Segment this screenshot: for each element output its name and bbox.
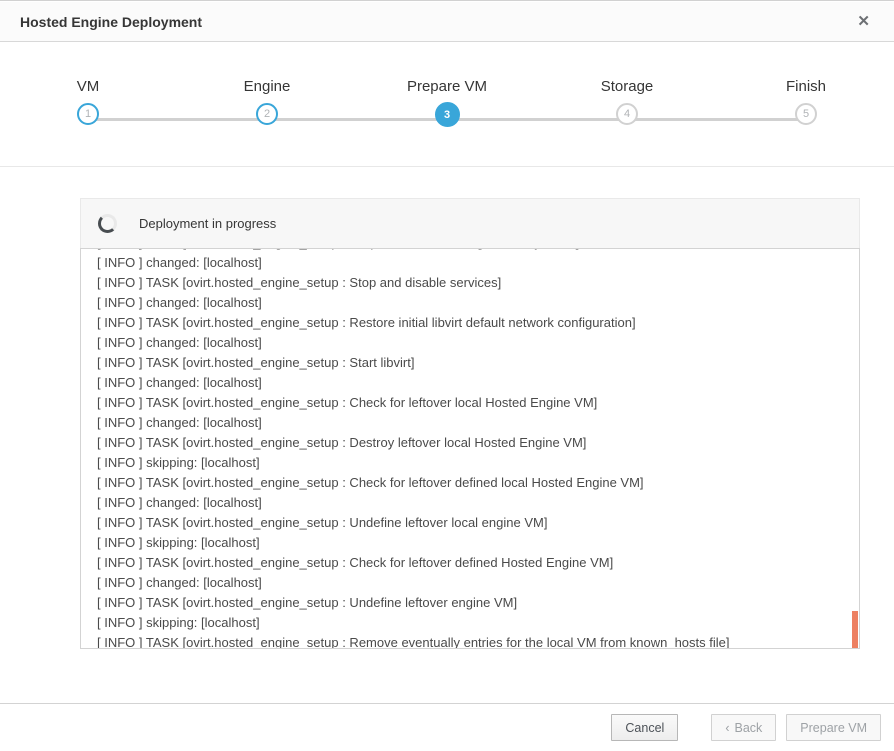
back-button-label: Back	[735, 721, 763, 735]
wizard-step-storage[interactable]: Storage 4	[557, 43, 697, 125]
step-label: VM	[18, 78, 158, 100]
log-line: [ INFO ] TASK [ovirt.hosted_engine_setup…	[97, 313, 843, 333]
log-lines-container: [ INFO ] TASK [ovirt.hosted_engine_setup…	[81, 248, 859, 649]
log-line: [ INFO ] TASK [ovirt.hosted_engine_setup…	[97, 393, 843, 413]
wizard-step-finish[interactable]: Finish 5	[736, 43, 876, 125]
wizard-step-vm[interactable]: VM 1	[18, 43, 158, 125]
log-line: [ INFO ] changed: [localhost]	[97, 373, 843, 393]
step-number-badge: 1	[77, 103, 99, 125]
chevron-left-icon: ‹	[725, 721, 729, 735]
loading-spinner-icon	[98, 214, 117, 233]
step-label: Storage	[557, 78, 697, 100]
step-number-badge: 4	[616, 103, 638, 125]
step-number-badge: 3	[435, 102, 460, 127]
log-line: [ INFO ] TASK [ovirt.hosted_engine_setup…	[97, 273, 843, 293]
progress-header: Deployment in progress	[80, 198, 860, 248]
log-line: [ INFO ] TASK [ovirt.hosted_engine_setup…	[97, 593, 843, 613]
log-scrollbar-thumb[interactable]	[852, 611, 858, 648]
log-line: [ INFO ] TASK [ovirt.hosted_engine_setup…	[97, 633, 843, 649]
deployment-log-console[interactable]: [ INFO ] TASK [ovirt.hosted_engine_setup…	[80, 248, 860, 649]
deployment-status-text: Deployment in progress	[139, 216, 276, 231]
log-line: [ INFO ] changed: [localhost]	[97, 253, 843, 273]
log-line: [ INFO ] changed: [localhost]	[97, 493, 843, 513]
log-line: [ INFO ] TASK [ovirt.hosted_engine_setup…	[97, 513, 843, 533]
deployment-progress-panel: Deployment in progress [ INFO ] TASK [ov…	[80, 198, 860, 649]
step-number-badge: 2	[256, 103, 278, 125]
log-line: [ INFO ] TASK [ovirt.hosted_engine_setup…	[97, 473, 843, 493]
wizard-step-engine[interactable]: Engine 2	[197, 43, 337, 125]
cancel-button[interactable]: Cancel	[611, 714, 678, 741]
dialog-titlebar: Hosted Engine Deployment ✕	[0, 2, 894, 42]
log-line: [ INFO ] changed: [localhost]	[97, 333, 843, 353]
log-line: [ INFO ] skipping: [localhost]	[97, 613, 843, 633]
log-line: [ INFO ] changed: [localhost]	[97, 413, 843, 433]
back-button[interactable]: ‹ Back	[711, 714, 776, 741]
wizard-footer: Cancel ‹ Back Prepare VM	[0, 703, 894, 751]
step-number-badge: 5	[795, 103, 817, 125]
step-label: Finish	[736, 78, 876, 100]
log-line: [ INFO ] TASK [ovirt.hosted_engine_setup…	[97, 433, 843, 453]
step-label: Prepare VM	[377, 78, 517, 100]
wizard-stepper: VM 1 Engine 2 Prepare VM 3 Storage 4 Fin…	[0, 43, 894, 167]
log-line: [ INFO ] changed: [localhost]	[97, 573, 843, 593]
step-label: Engine	[197, 78, 337, 100]
dialog-title: Hosted Engine Deployment	[20, 14, 853, 30]
log-line: [ INFO ] TASK [ovirt.hosted_engine_setup…	[97, 353, 843, 373]
log-line: [ INFO ] TASK [ovirt.hosted_engine_setup…	[97, 553, 843, 573]
wizard-content-area: Deployment in progress [ INFO ] TASK [ov…	[0, 168, 894, 704]
log-line: [ INFO ] skipping: [localhost]	[97, 533, 843, 553]
close-icon[interactable]: ✕	[853, 12, 874, 31]
wizard-step-prepare-vm[interactable]: Prepare VM 3	[377, 43, 517, 127]
prepare-vm-button[interactable]: Prepare VM	[786, 714, 881, 741]
log-line: [ INFO ] skipping: [localhost]	[97, 453, 843, 473]
log-line: [ INFO ] changed: [localhost]	[97, 293, 843, 313]
